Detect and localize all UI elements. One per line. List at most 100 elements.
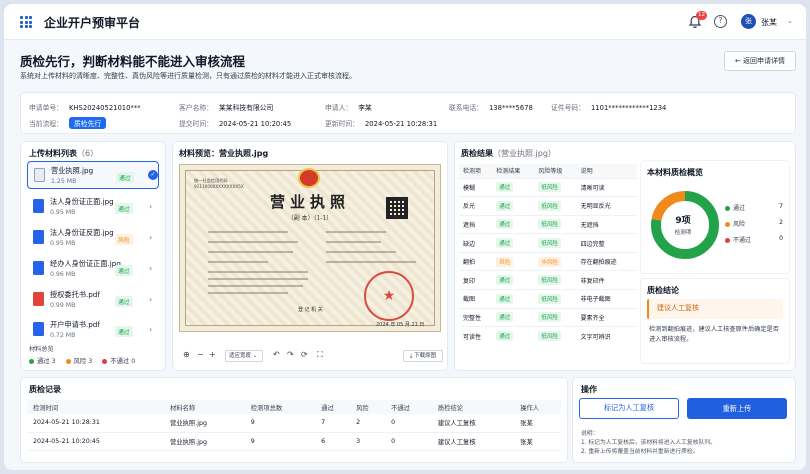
app-grid-icon[interactable] — [20, 16, 32, 28]
user-name[interactable]: 张某 — [761, 17, 777, 28]
material-legend: 通过 3 风险 3 不通过 0 — [29, 356, 135, 365]
file-size: 0.95 MB — [50, 209, 76, 216]
status-badge: 低风险 — [538, 312, 561, 323]
table-row: 模糊 通过 低风险 清晰可读 — [459, 177, 637, 197]
id-number-field: 证件号码： 1101************1234 — [551, 104, 667, 112]
overview-risk-row: 风险 2 — [725, 219, 783, 228]
table-cell: 低风险 — [534, 177, 577, 197]
avatar[interactable]: 张 — [741, 14, 756, 29]
file-item-application-form[interactable]: 开户申请书.pdf 0.72 MB 通过 › — [27, 316, 159, 344]
status-badge: 通过 — [115, 326, 133, 337]
table-cell: 反光 — [459, 196, 493, 216]
check-icon: ✓ — [148, 170, 158, 180]
material-preview-panel: 材料预览：营业执照.jpg 统一社会信用代码 91110000XXXXXXXX5X… — [172, 141, 448, 371]
table-row: 完整性 通过 低风险 要素齐全 — [459, 307, 637, 327]
file-size: 1.25 MB — [51, 178, 77, 185]
zoom-in-icon[interactable]: ⊕ — [183, 350, 190, 359]
file-item-agent-id-front[interactable]: 经办人身份证正面.jpg 0.96 MB 通过 › — [27, 255, 159, 283]
status-badge: 中风险 — [538, 256, 561, 267]
table-cell: 低风险 — [534, 270, 577, 290]
id-card-file-icon — [33, 230, 44, 244]
zoom-select[interactable]: 适应宽度 ⌄ — [225, 350, 263, 362]
table-cell: 完整性 — [459, 307, 493, 327]
applicant-field: 申请人： 李某 — [325, 104, 372, 112]
page-title: 质检先行，判断材料能不能进入审核流程 — [20, 54, 246, 69]
rotate-right-icon[interactable]: ↷ — [287, 350, 294, 359]
reupload-button[interactable]: 重新上传 — [687, 398, 787, 419]
column-header: 操作人 — [514, 400, 561, 414]
table-cell: 低风险 — [534, 289, 577, 309]
status-badge: 通过 — [496, 293, 514, 304]
image-file-icon — [34, 168, 45, 182]
table-row: 翻拍 风险 中风险 存在翻拍痕迹 — [459, 251, 637, 271]
preview-toolbar: ⊕ − + 适应宽度 ⌄ ↶ ↷ ⟳ ⛶ ⤓ 下载原图 — [181, 350, 443, 364]
status-badge: 风险 — [115, 234, 133, 245]
pdf-file-icon — [33, 292, 44, 306]
table-cell: 2024-05-21 10:20:45 — [27, 432, 165, 451]
records-title: 质检记录 — [29, 385, 61, 394]
status-badge: 通过 — [496, 275, 514, 286]
chevron-right-icon: › — [149, 295, 153, 304]
page-subtitle: 系统对上传材料的清晰度、完整性、真伪风险等进行质量检测，只有通过质检的材料才能进… — [20, 72, 356, 80]
table-cell: 建议人工复核 — [431, 414, 515, 433]
file-item-legal-id-front[interactable]: 法人身份证正面.jpg 0.95 MB 通过 › — [27, 193, 159, 221]
file-item-authorization[interactable]: 授权委托书.pdf 0.99 MB 通过 › — [27, 286, 159, 314]
national-emblem-icon — [298, 168, 320, 188]
table-cell: 通过 — [492, 233, 535, 253]
business-license-image: 统一社会信用代码 91110000XXXXXXXX5X 营业执照 （副 本）（1-… — [179, 164, 441, 332]
back-button-label: 返回申请详情 — [743, 57, 786, 65]
records-table: 检测时间 材料名称 检测项总数 通过 风险 不通过 质检结论 操作人 2024-05-21 1… — [27, 400, 561, 451]
status-badge: 通过 — [496, 312, 514, 323]
file-name: 营业执照.jpg — [51, 166, 94, 175]
phone-field: 联系电话： 138****5678 — [449, 104, 533, 112]
minus-icon[interactable]: − — [197, 350, 204, 359]
download-original-button[interactable]: ⤓ 下载原图 — [403, 350, 443, 362]
table-cell: 营业执照.jpg — [164, 432, 245, 451]
table-cell: 7 — [315, 414, 351, 433]
table-cell: 3 — [350, 432, 386, 451]
file-list-title: 上传材料列表（6） — [29, 149, 99, 158]
reset-icon[interactable]: ⟳ — [301, 350, 308, 359]
legend-title: 材料总览 — [29, 346, 54, 353]
id-card-file-icon — [33, 199, 44, 213]
table-cell: 四边完整 — [576, 233, 637, 253]
file-item-business-license[interactable]: 营业执照.jpg 1.25 MB 通过 ✓ — [27, 161, 159, 189]
table-row: 复印 通过 低风险 非复印件 — [459, 270, 637, 290]
table-cell: 清晰可读 — [576, 177, 637, 197]
chevron-down-icon[interactable]: ⌄ — [787, 17, 793, 25]
column-header: 检测结果 — [492, 164, 535, 178]
registration-authority: 登 记 机 关 — [298, 307, 323, 313]
table-cell: 0 — [385, 414, 432, 433]
status-badge: 低风险 — [538, 331, 561, 342]
top-bar: 企业开户预审平台 12 ? 张 张某 ⌄ — [4, 4, 806, 40]
application-info-panel: 申请单号： KHS20240521010*** 客户名称： 某某科技有限公司 申请人… — [20, 92, 796, 134]
table-cell: 通过 — [492, 326, 535, 346]
table-cell: 低风险 — [534, 196, 577, 216]
preview-title: 材料预览：营业执照.jpg — [179, 149, 269, 158]
table-cell: 通过 — [492, 177, 535, 197]
risk-dot-icon — [65, 358, 71, 364]
fullscreen-icon[interactable]: ⛶ — [317, 350, 323, 360]
help-icon[interactable]: ? — [714, 15, 727, 28]
file-item-legal-id-back[interactable]: 法人身份证反面.jpg 0.95 MB 风险 › — [27, 224, 159, 252]
file-size: 0.96 MB — [50, 271, 76, 278]
license-date: 2024 年 05 月 21 日 — [376, 322, 425, 328]
conclusion-title: 质检结论 — [647, 286, 679, 295]
table-cell: 营业执照.jpg — [164, 414, 245, 433]
table-cell: 通过 — [492, 196, 535, 216]
table-cell: 通过 — [492, 307, 535, 327]
id-card-file-icon — [33, 261, 44, 275]
conclusion-text: 检测到翻拍痕迹，建议人工核查原件后确定是否进入审核流程。 — [649, 326, 779, 343]
table-cell: 翻拍 — [459, 251, 493, 271]
back-to-application-button[interactable]: ← 返回申请详情 — [724, 51, 796, 71]
chevron-right-icon: › — [149, 264, 153, 273]
status-badge: 低风险 — [538, 182, 561, 193]
credit-code: 统一社会信用代码 91110000XXXXXXXX5X — [194, 178, 244, 189]
plus-icon[interactable]: + — [209, 350, 216, 359]
status-badge: 低风险 — [538, 275, 561, 286]
status-badge: 通过 — [496, 331, 514, 342]
status-badge: 风险 — [496, 256, 514, 267]
results-title: 质检结果（营业执照.jpg） — [461, 149, 556, 158]
mark-manual-review-button[interactable]: 标记为人工复核 — [579, 398, 679, 419]
rotate-left-icon[interactable]: ↶ — [273, 350, 280, 359]
